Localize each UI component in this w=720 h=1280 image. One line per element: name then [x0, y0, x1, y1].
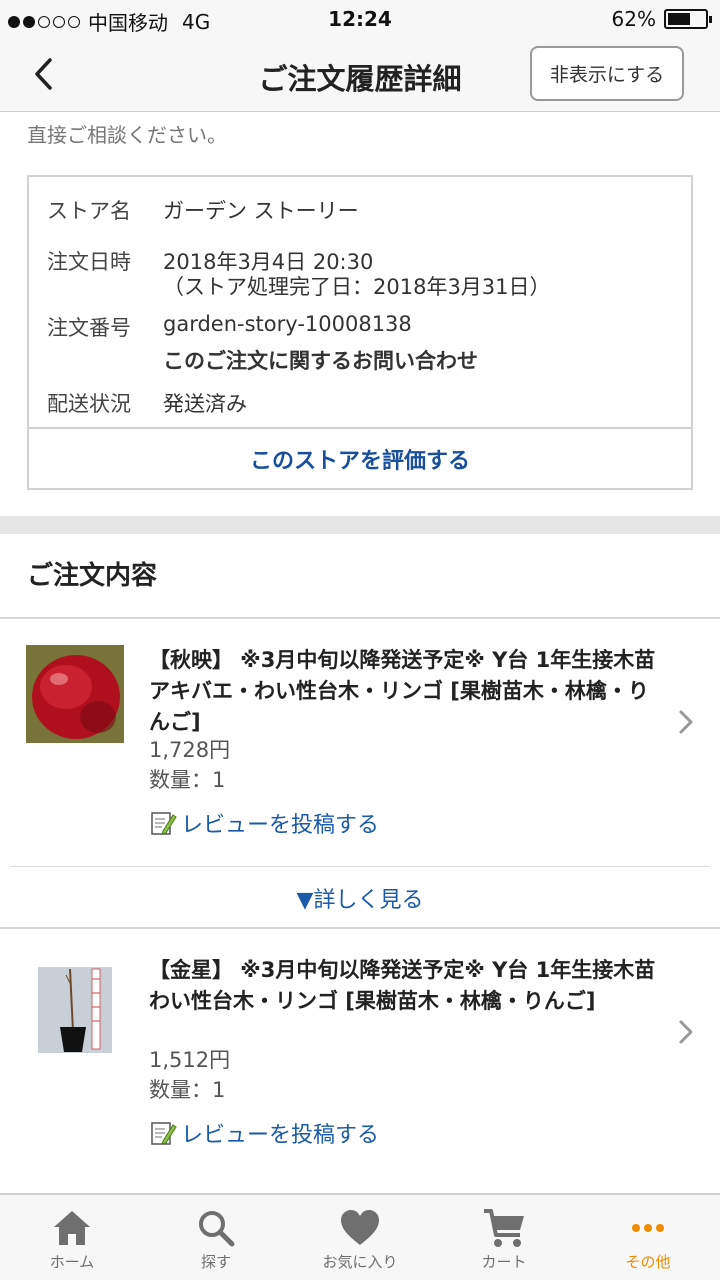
tab-label: 探す [200, 1253, 231, 1271]
order-number-label: 注文番号 [47, 316, 131, 340]
write-review-link[interactable]: レビューを投稿する [149, 807, 379, 839]
tab-label: お気に入り [322, 1253, 398, 1271]
tab-favorites[interactable]: お気に入り [288, 1195, 432, 1280]
tab-label: ホーム [49, 1253, 95, 1271]
more-icon [632, 1224, 664, 1232]
edit-note-icon [151, 812, 177, 835]
product-image-sapling [26, 955, 124, 1053]
review-label: レビューを投稿する [181, 1123, 380, 1148]
tab-label: その他 [625, 1253, 671, 1271]
order-info-box: ストア名 ガーデン ストーリー 注文日時 2018年3月4日 20:30 （スト… [27, 175, 693, 490]
product-quantity: 数量：1 [149, 768, 226, 792]
tab-label: カート [481, 1253, 527, 1271]
tab-cart[interactable]: カート [432, 1195, 576, 1280]
write-review-link[interactable]: レビューを投稿する [149, 1117, 379, 1149]
battery-percent: 62% [611, 7, 656, 31]
completed-date: （ストア処理完了日：2018年3月31日） [163, 275, 551, 299]
product-title[interactable]: 【秋映】 ※3月中旬以降発送予定※ Y台 1年生接木苗 アキバエ・わい性台木・リ… [149, 645, 659, 738]
navigation-bar: ご注文履歴詳細 非表示にする [0, 38, 720, 112]
review-label: レビューを投稿する [181, 813, 380, 838]
cart-icon [484, 1209, 524, 1247]
divider [10, 866, 710, 867]
shipping-status: 発送済み [163, 392, 247, 416]
show-more-link[interactable]: ▼詳しく見る [0, 868, 720, 928]
battery-icon [664, 9, 712, 29]
contact-link[interactable]: このご注文に関するお問い合わせ [163, 345, 478, 375]
edit-note-icon [151, 1122, 177, 1145]
tab-more[interactable]: その他 [576, 1195, 720, 1280]
store-label: ストア名 [47, 199, 131, 223]
rate-store-button[interactable]: このストアを評価する [29, 427, 691, 488]
date-label: 注文日時 [47, 250, 131, 274]
product-title[interactable]: 【金星】 ※3月中旬以降発送予定※ Y台 1年生接木苗 わい性台木・リンゴ [果… [149, 955, 659, 1017]
product-quantity: 数量：1 [149, 1078, 226, 1102]
product-item[interactable]: 【秋映】 ※3月中旬以降発送予定※ Y台 1年生接木苗 アキバエ・わい性台木・リ… [0, 619, 720, 859]
store-name-link[interactable]: ガーデン ストーリー [163, 195, 359, 225]
heart-icon [341, 1210, 379, 1245]
chevron-right-icon [679, 1020, 693, 1044]
home-icon [54, 1211, 90, 1245]
status-bar: 中国移动 4G 12:24 62% [0, 0, 720, 38]
hide-button[interactable]: 非表示にする [530, 46, 684, 101]
product-price: 1,728円 [149, 738, 231, 762]
shipping-status-label: 配送状況 [47, 392, 131, 416]
section-title: ご注文内容 [27, 561, 158, 591]
chevron-right-icon [679, 710, 693, 734]
search-icon [199, 1211, 235, 1247]
order-number: garden-story-10008138 [163, 312, 412, 336]
tab-bar: ホーム 探す お気に入り カート その他 [0, 1193, 720, 1280]
note-text: 直接ご相談ください。 [27, 123, 227, 147]
tab-home[interactable]: ホーム [0, 1195, 144, 1280]
product-price: 1,512円 [149, 1048, 231, 1072]
product-item[interactable]: 【金星】 ※3月中旬以降発送予定※ Y台 1年生接木苗 わい性台木・リンゴ [果… [0, 929, 720, 1169]
tab-search[interactable]: 探す [144, 1195, 288, 1280]
section-divider [0, 516, 720, 534]
product-image-apple [26, 645, 124, 743]
